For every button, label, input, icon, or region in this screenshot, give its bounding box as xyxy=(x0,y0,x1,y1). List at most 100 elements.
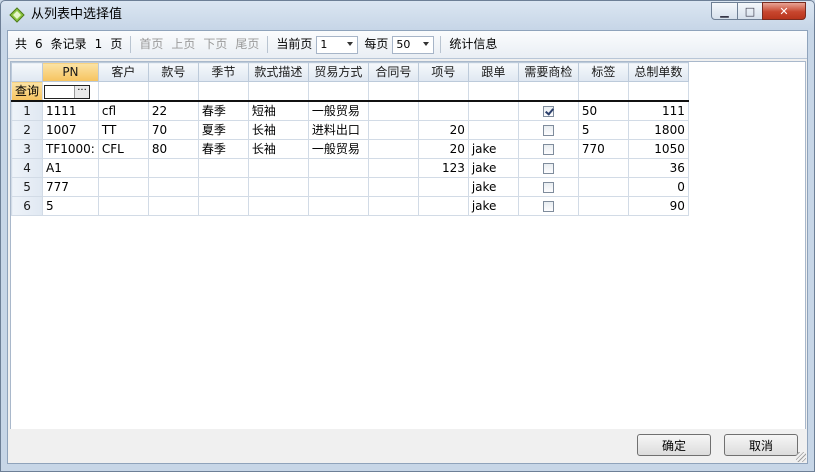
cell-item-no[interactable] xyxy=(417,196,469,216)
cell-follower[interactable] xyxy=(467,100,519,121)
cell-style-desc[interactable] xyxy=(247,177,309,197)
cell-label[interactable] xyxy=(577,196,629,216)
title-bar[interactable]: 从列表中选择值 ▁ □ ✕ xyxy=(1,1,814,29)
cell-label[interactable]: 5 xyxy=(577,120,629,140)
cell-season[interactable]: 夏季 xyxy=(197,120,249,140)
inspection-checkbox[interactable] xyxy=(542,163,554,174)
query-cell[interactable] xyxy=(247,81,309,102)
query-cell[interactable] xyxy=(97,81,149,102)
cell-style-no[interactable]: 70 xyxy=(147,120,199,140)
column-header-item-no[interactable]: 项号 xyxy=(417,62,469,82)
cell-pn[interactable]: TF1000: xyxy=(42,139,99,159)
query-cell[interactable] xyxy=(627,81,689,102)
cell-total-orders[interactable]: 111 xyxy=(627,100,689,121)
cell-follower[interactable]: jake xyxy=(467,196,519,216)
cell-style-desc[interactable]: 长袖 xyxy=(247,139,309,159)
cell-follower[interactable]: jake xyxy=(467,158,519,178)
cell-style-no[interactable]: 80 xyxy=(147,139,199,159)
close-button[interactable]: ✕ xyxy=(762,2,806,20)
per-page-select[interactable]: 50 xyxy=(392,35,435,54)
column-header-total-orders[interactable]: 总制单数 xyxy=(627,62,689,82)
cell-label[interactable]: 770 xyxy=(577,139,629,159)
ok-button[interactable]: 确定 xyxy=(637,434,711,456)
ellipsis-button[interactable]: ··· xyxy=(74,86,90,98)
query-cell[interactable] xyxy=(197,81,249,102)
cell-season[interactable]: 春季 xyxy=(197,139,249,159)
column-header-customer[interactable]: 客户 xyxy=(97,62,149,82)
cancel-button[interactable]: 取消 xyxy=(724,434,798,456)
prev-page-button[interactable]: 上页 xyxy=(167,31,199,58)
query-cell[interactable] xyxy=(467,81,519,102)
column-header-inspection[interactable]: 需要商检 xyxy=(517,62,579,82)
row-number[interactable]: 4 xyxy=(10,158,44,178)
query-cell[interactable] xyxy=(367,81,419,102)
row-number[interactable]: 5 xyxy=(10,177,44,197)
cell-item-no[interactable]: 123 xyxy=(417,158,469,178)
query-input[interactable]: ··· xyxy=(44,85,91,99)
cell-inspection[interactable] xyxy=(517,100,579,121)
table-row[interactable]: 3 TF1000: CFL 80 春季 长袖 一般贸易 20 jake 770 1050 xyxy=(10,139,689,159)
column-header-label[interactable]: 标签 xyxy=(577,62,629,82)
cell-style-desc[interactable]: 短袖 xyxy=(247,100,309,121)
row-number[interactable]: 1 xyxy=(10,100,44,121)
row-number[interactable]: 3 xyxy=(10,139,44,159)
table-row[interactable]: 1 1111 cfl 22 春季 短袖 一般贸易 50 111 xyxy=(10,100,689,121)
cell-customer[interactable] xyxy=(97,177,149,197)
cell-total-orders[interactable]: 1050 xyxy=(627,139,689,159)
current-page-select[interactable]: 1 xyxy=(316,35,359,54)
stats-button[interactable]: 统计信息 xyxy=(445,31,501,58)
cell-style-desc[interactable] xyxy=(247,158,309,178)
cell-trade-mode[interactable]: 进料出口 xyxy=(307,120,369,140)
cell-label[interactable]: 50 xyxy=(577,100,629,121)
query-cell[interactable] xyxy=(307,81,369,102)
minimize-button[interactable]: ▁ xyxy=(711,2,738,20)
cell-follower[interactable]: jake xyxy=(467,177,519,197)
column-header-style-no[interactable]: 款号 xyxy=(147,62,199,82)
cell-inspection[interactable] xyxy=(517,120,579,140)
table-row[interactable]: 2 1007 TT 70 夏季 长袖 进料出口 20 5 1800 xyxy=(10,120,689,140)
cell-trade-mode[interactable] xyxy=(307,177,369,197)
cell-trade-mode[interactable] xyxy=(307,158,369,178)
table-row[interactable]: 5 777 jake 0 xyxy=(10,177,689,197)
cell-label[interactable] xyxy=(577,158,629,178)
cell-trade-mode[interactable]: 一般贸易 xyxy=(307,100,369,121)
cell-item-no[interactable] xyxy=(417,177,469,197)
cell-contract-no[interactable] xyxy=(367,120,419,140)
query-cell-pn[interactable]: ··· xyxy=(42,81,99,102)
cell-inspection[interactable] xyxy=(517,196,579,216)
cell-total-orders[interactable]: 1800 xyxy=(627,120,689,140)
cell-trade-mode[interactable]: 一般贸易 xyxy=(307,139,369,159)
inspection-checkbox[interactable] xyxy=(542,182,554,193)
cell-trade-mode[interactable] xyxy=(307,196,369,216)
cell-follower[interactable] xyxy=(467,120,519,140)
first-page-button[interactable]: 首页 xyxy=(135,31,167,58)
table-row[interactable]: 6 5 jake 90 xyxy=(10,196,689,216)
last-page-button[interactable]: 尾页 xyxy=(231,31,263,58)
cell-customer[interactable]: cfl xyxy=(97,100,149,121)
cell-inspection[interactable] xyxy=(517,177,579,197)
cell-style-desc[interactable]: 长袖 xyxy=(247,120,309,140)
resize-grip[interactable] xyxy=(796,452,806,462)
column-header-contract-no[interactable]: 合同号 xyxy=(367,62,419,82)
cell-pn[interactable]: 5 xyxy=(42,196,99,216)
cell-style-desc[interactable] xyxy=(247,196,309,216)
cell-style-no[interactable]: 22 xyxy=(147,100,199,121)
column-header-pn[interactable]: PN xyxy=(42,62,99,82)
column-header-season[interactable]: 季节 xyxy=(197,62,249,82)
cell-customer[interactable] xyxy=(97,158,149,178)
maximize-button[interactable]: □ xyxy=(737,2,763,20)
cell-style-no[interactable] xyxy=(147,196,199,216)
cell-style-no[interactable] xyxy=(147,158,199,178)
cell-label[interactable] xyxy=(577,177,629,197)
row-number[interactable]: 2 xyxy=(10,120,44,140)
cell-total-orders[interactable]: 0 xyxy=(627,177,689,197)
cell-season[interactable] xyxy=(197,158,249,178)
query-cell[interactable] xyxy=(517,81,579,102)
column-header-follower[interactable]: 跟单 xyxy=(467,62,519,82)
inspection-checkbox[interactable] xyxy=(542,106,554,117)
cell-total-orders[interactable]: 90 xyxy=(627,196,689,216)
cell-pn[interactable]: 777 xyxy=(42,177,99,197)
inspection-checkbox[interactable] xyxy=(542,201,554,212)
cell-pn[interactable]: 1111 xyxy=(42,100,99,121)
cell-contract-no[interactable] xyxy=(367,100,419,121)
